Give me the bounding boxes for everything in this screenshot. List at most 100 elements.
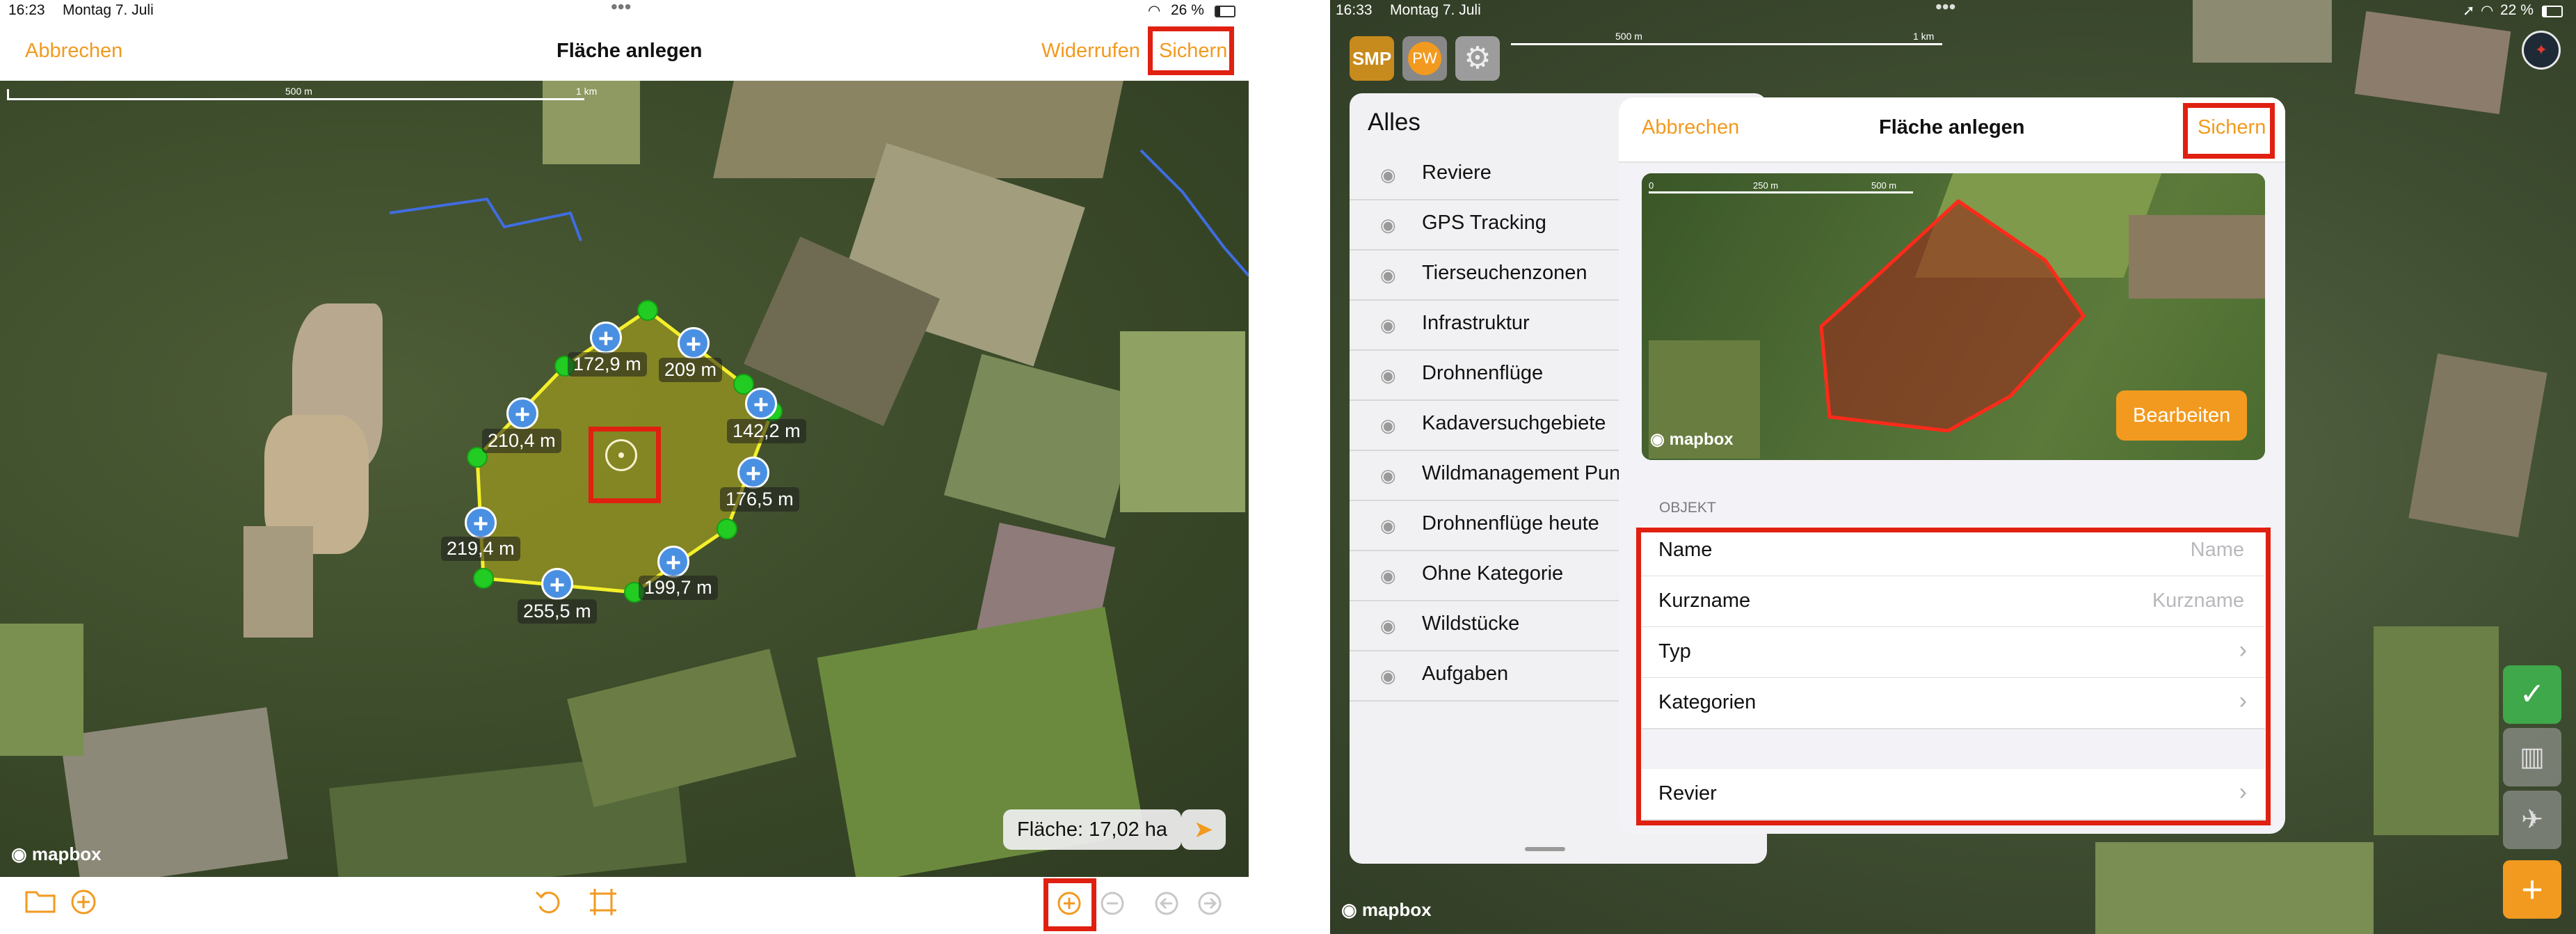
layer-label: Drohnenflüge heute	[1422, 512, 1599, 535]
layer-label: GPS Tracking	[1422, 212, 1546, 234]
eye-icon[interactable]: ◉	[1380, 315, 1396, 336]
layer-label: Kadaversuchgebiete	[1422, 412, 1606, 434]
status-battery: 22 %	[2500, 2, 2534, 18]
map-icon[interactable]: ▥	[2503, 728, 2561, 786]
status-battery: 26 %	[1171, 2, 1204, 18]
scale-end-label: 1 km	[1913, 31, 1935, 42]
segment-length-label: 255,5 m	[518, 599, 597, 624]
polygon-vertex[interactable]	[473, 568, 494, 589]
add-point-button[interactable]: +	[506, 397, 538, 429]
mapbox-logo-icon: ◉	[1650, 430, 1670, 449]
add-point-button[interactable]: +	[590, 322, 622, 354]
right-screen: 16:33 Montag 7. Juli ••• ➚ ◠ 22 % SMP PW…	[1330, 0, 2576, 934]
scale-mid-label: 500 m	[1615, 31, 1642, 42]
preview-mapbox-attribution: ◉ mapbox	[1650, 429, 1734, 450]
undo-button[interactable]: Widerrufen	[1041, 40, 1140, 63]
area-preview-map: 0 250 m 500 m Bearbeiten ◉ mapbox	[1642, 173, 2265, 460]
plus-icon[interactable]: +	[2503, 860, 2561, 919]
location-arrow-icon[interactable]: ➤	[1181, 809, 1226, 850]
plane-icon[interactable]: ✈	[2503, 791, 2561, 849]
multitask-dots[interactable]: •••	[1935, 0, 1955, 18]
segment-length-label: 176,5 m	[720, 487, 799, 512]
polygon-vertex[interactable]	[717, 519, 737, 539]
mapbox-attribution: ◉ mapbox	[1341, 899, 1432, 921]
layer-label: Ohne Kategorie	[1422, 562, 1564, 585]
layer-label: Wildmanagement Pun	[1422, 462, 1621, 484]
segment-length-label: 219,4 m	[441, 537, 520, 561]
add-point-button[interactable]: +	[737, 457, 769, 489]
page-title: Fläche anlegen	[557, 40, 703, 62]
segment-length-label: 210,4 m	[482, 429, 561, 453]
status-time: 16:33	[1336, 2, 1373, 18]
gear-icon[interactable]: ⚙	[1455, 36, 1500, 81]
layer-label: Wildstücke	[1422, 612, 1520, 635]
eye-icon[interactable]: ◉	[1380, 365, 1396, 386]
add-point-button[interactable]: +	[745, 388, 777, 420]
app-badge[interactable]: SMP	[1350, 36, 1394, 81]
mapbox-label: mapbox	[1361, 899, 1432, 920]
create-area-modal: Abbrechen Fläche anlegen Sichern 0 250 m…	[1619, 97, 2285, 834]
layer-label: Tierseuchenzonen	[1422, 262, 1587, 284]
modal-cancel-button[interactable]: Abbrechen	[1642, 116, 1739, 139]
zoom-out-icon[interactable]	[1099, 890, 1126, 924]
left-screen: 16:23 Montag 7. Juli ••• ◠ 26 % Abbreche…	[0, 0, 1249, 934]
wifi-icon: ◠	[1148, 3, 1161, 19]
mapbox-attribution: ◉ mapbox	[11, 844, 102, 865]
prev-icon[interactable]	[1153, 890, 1180, 924]
eye-icon[interactable]: ◉	[1380, 465, 1396, 486]
folder-icon[interactable]	[25, 888, 56, 920]
status-date: Montag 7. Juli	[63, 2, 154, 18]
add-point-button[interactable]: +	[657, 546, 689, 578]
cancel-button[interactable]: Abbrechen	[25, 40, 122, 63]
segment-length-label: 209 m	[659, 358, 723, 382]
rotate-icon[interactable]	[534, 887, 562, 923]
eye-icon[interactable]: ◉	[1380, 164, 1396, 186]
checkmark-icon[interactable]: ✓	[2503, 665, 2561, 724]
layer-label: Aufgaben	[1422, 663, 1509, 685]
area-readout: Fläche: 17,02 ha	[1003, 809, 1182, 850]
mapbox-logo-icon: ◉	[1341, 899, 1362, 920]
map-view[interactable]: 500 m 1 km + 172,9 m + 209 m + 142,2 m +…	[0, 81, 1249, 877]
battery-icon	[1215, 6, 1235, 17]
save-highlight	[2183, 103, 2275, 159]
user-avatar: PW	[1408, 42, 1441, 75]
wifi-icon: ◠	[2481, 3, 2494, 19]
multitask-dots[interactable]: •••	[611, 0, 631, 18]
section-header: OBJEKT	[1659, 500, 1716, 516]
segment-length-label: 172,9 m	[568, 352, 647, 377]
battery-icon	[2542, 6, 2563, 17]
next-icon[interactable]	[1197, 890, 1223, 924]
eye-icon[interactable]: ◉	[1380, 214, 1396, 236]
eye-icon[interactable]: ◉	[1380, 615, 1396, 637]
status-date: Montag 7. Juli	[1390, 2, 1481, 18]
segment-length-label: 199,7 m	[639, 576, 718, 600]
status-time: 16:23	[8, 2, 45, 18]
eye-icon[interactable]: ◉	[1380, 665, 1396, 687]
polygon-vertex[interactable]	[637, 300, 658, 321]
scale-bar	[1511, 43, 1942, 45]
compass-icon[interactable]: ✦	[2522, 31, 2561, 70]
eye-icon[interactable]: ◉	[1380, 565, 1396, 587]
crop-icon[interactable]	[589, 888, 618, 923]
add-circle-icon[interactable]	[70, 888, 97, 923]
add-point-button[interactable]: +	[465, 507, 497, 539]
eye-icon[interactable]: ◉	[1380, 264, 1396, 286]
add-point-button[interactable]: +	[678, 327, 710, 359]
mapbox-label: mapbox	[31, 844, 102, 864]
panel-grabber[interactable]	[1525, 847, 1565, 851]
layer-label: Infrastruktur	[1422, 312, 1530, 334]
eye-icon[interactable]: ◉	[1380, 515, 1396, 537]
edit-button[interactable]: Bearbeiten	[2116, 390, 2248, 441]
location-icon: ➚	[2463, 3, 2475, 19]
save-highlight	[1148, 26, 1234, 75]
mapbox-label: mapbox	[1669, 430, 1734, 449]
mapbox-logo-icon: ◉	[11, 844, 32, 864]
layers-title: Alles	[1368, 109, 1421, 136]
layer-label: Drohnenflüge	[1422, 362, 1544, 384]
form-highlight	[1636, 528, 2271, 825]
segment-length-label: 142,2 m	[727, 419, 806, 443]
user-badge-frame[interactable]: PW	[1402, 36, 1447, 81]
eye-icon[interactable]: ◉	[1380, 415, 1396, 436]
add-point-button[interactable]: +	[541, 568, 573, 600]
center-highlight	[589, 427, 661, 503]
